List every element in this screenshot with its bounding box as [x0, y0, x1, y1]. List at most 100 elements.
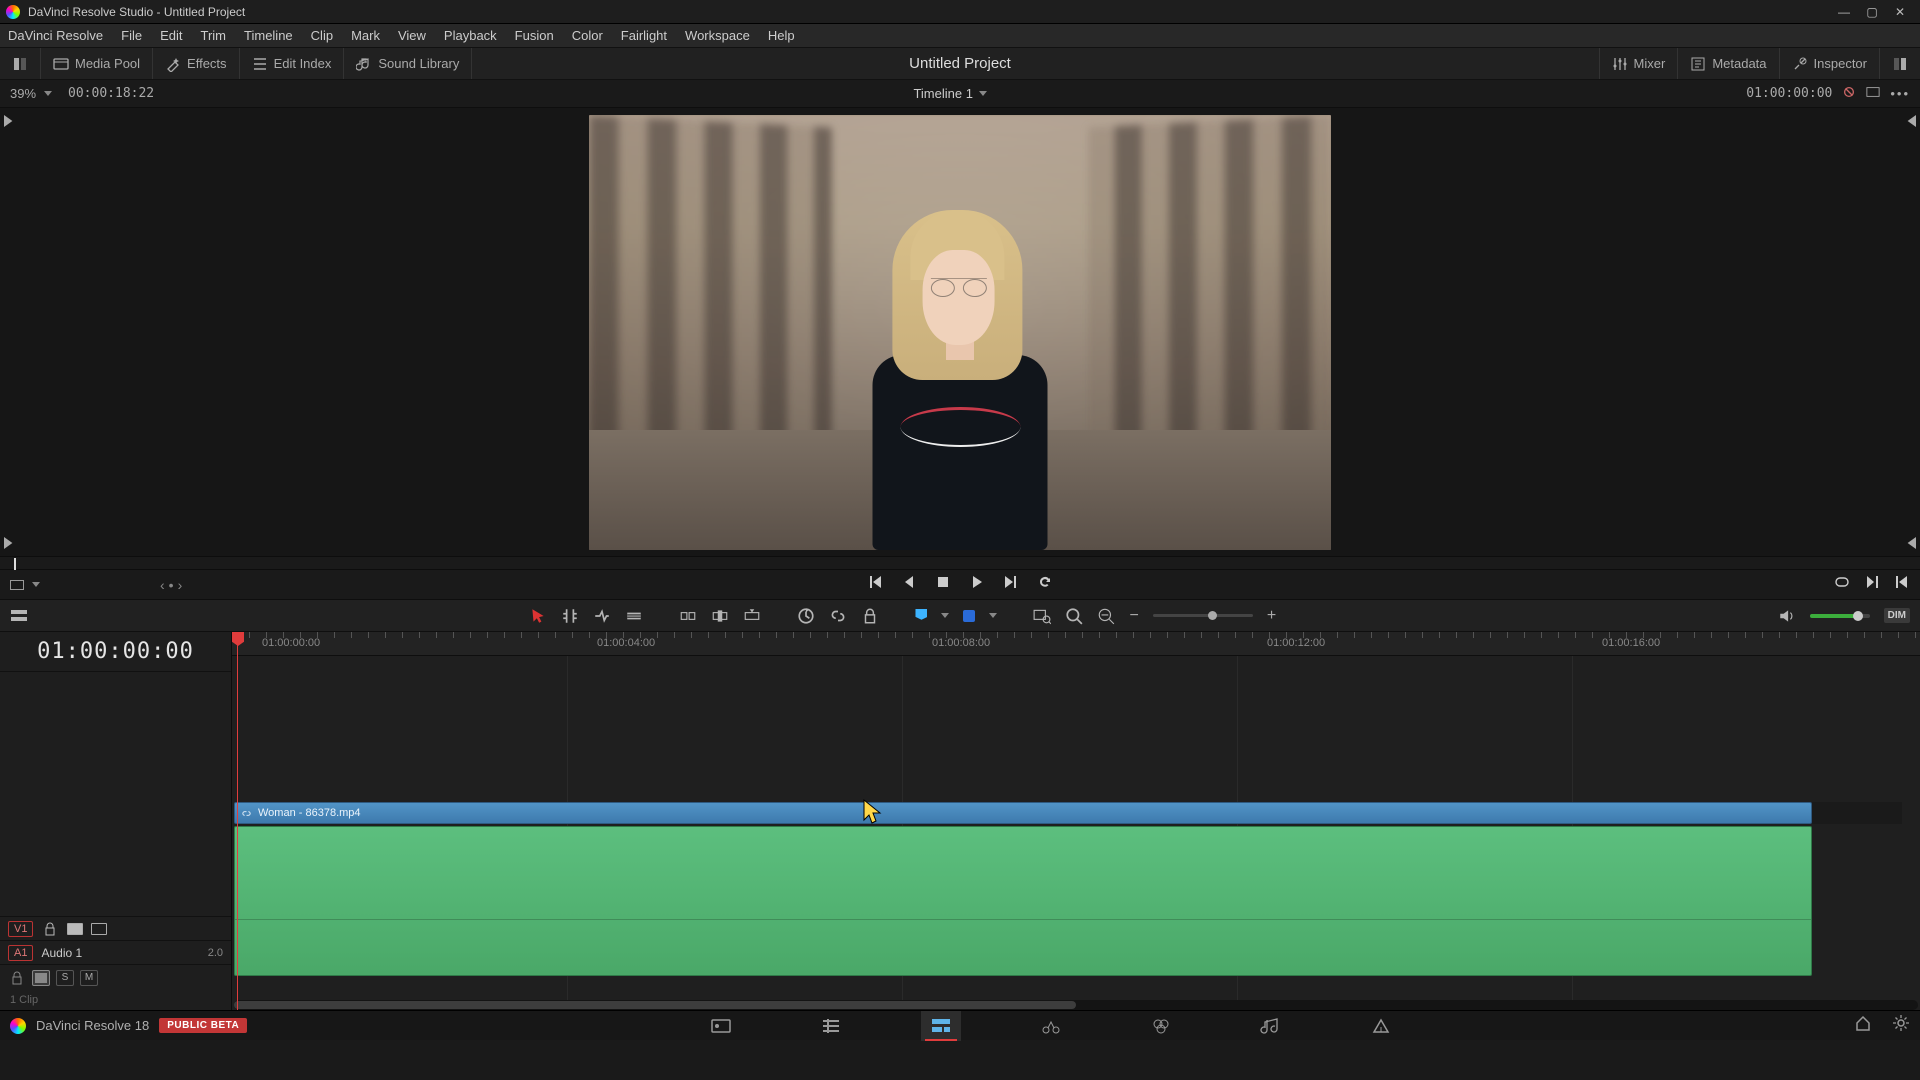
marker-chevron-icon[interactable]	[989, 613, 997, 618]
go-next-button[interactable]	[1864, 574, 1880, 595]
zoom-out-icon[interactable]	[1097, 607, 1115, 625]
menu-edit[interactable]: Edit	[160, 28, 182, 43]
timeline-tracks[interactable]: 01:00:00:0001:00:04:0001:00:08:0001:00:1…	[232, 632, 1920, 1010]
blade-tool-icon[interactable]	[625, 607, 643, 625]
timeline-view-options-icon[interactable]	[10, 607, 28, 625]
mute-button[interactable]: M	[80, 970, 98, 986]
effects-button[interactable]: Effects	[153, 48, 240, 79]
zoom-chevron-icon[interactable]	[44, 91, 52, 96]
viewer-options-icon[interactable]: •••	[1890, 86, 1910, 101]
video-clip[interactable]: Woman - 86378.mp4	[234, 802, 1812, 824]
go-last-button[interactable]	[1894, 574, 1910, 595]
a1-tag[interactable]: A1	[8, 945, 33, 961]
video-frame[interactable]	[589, 115, 1331, 550]
out-point-icon[interactable]	[3, 536, 17, 550]
playhead-line[interactable]	[237, 632, 238, 1010]
match-frame-out-icon[interactable]	[1903, 536, 1917, 550]
first-frame-button[interactable]	[867, 574, 883, 595]
next-frame-button[interactable]	[1003, 574, 1019, 595]
menu-view[interactable]: View	[398, 28, 426, 43]
replace-clip-icon[interactable]	[743, 607, 761, 625]
audio-track[interactable]	[234, 826, 1902, 976]
mixer-button[interactable]: Mixer	[1599, 48, 1678, 79]
audio-clip[interactable]	[234, 826, 1812, 976]
zoom-plus[interactable]: +	[1267, 607, 1276, 625]
selection-tool-icon[interactable]	[529, 607, 547, 625]
volume-slider[interactable]	[1810, 614, 1870, 618]
marker-icon[interactable]	[963, 610, 975, 622]
zoom-slider[interactable]	[1153, 614, 1253, 617]
auto-select-icon[interactable]	[67, 923, 83, 935]
search-icon[interactable]	[1065, 607, 1083, 625]
menu-davinci[interactable]: DaVinci Resolve	[8, 28, 103, 43]
menu-clip[interactable]: Clip	[311, 28, 333, 43]
color-page-button[interactable]	[1141, 1011, 1181, 1041]
dynamic-trim-icon[interactable]	[593, 607, 611, 625]
expand-left-button[interactable]	[0, 48, 41, 79]
timeline-ruler[interactable]: 01:00:00:0001:00:04:0001:00:08:0001:00:1…	[232, 632, 1920, 656]
timeline-name[interactable]: Timeline 1	[913, 86, 972, 101]
maximize-button[interactable]: ▢	[1858, 2, 1886, 22]
lock-track-icon[interactable]	[41, 922, 59, 936]
menu-playback[interactable]: Playback	[444, 28, 497, 43]
bypass-icon[interactable]	[1842, 85, 1856, 102]
menu-workspace[interactable]: Workspace	[685, 28, 750, 43]
home-button[interactable]	[1854, 1014, 1872, 1037]
play-button[interactable]	[969, 574, 985, 595]
inspector-button[interactable]: Inspector	[1779, 48, 1879, 79]
edit-index-button[interactable]: Edit Index	[240, 48, 345, 79]
transform-icon[interactable]	[10, 580, 24, 590]
in-point-icon[interactable]	[3, 114, 17, 128]
minimize-button[interactable]: —	[1830, 2, 1858, 22]
flag-icon[interactable]	[915, 609, 927, 623]
single-viewer-icon[interactable]	[1866, 85, 1880, 102]
loop-button[interactable]	[1037, 574, 1053, 595]
expand-right-button[interactable]	[1879, 48, 1920, 79]
media-page-button[interactable]	[701, 1011, 741, 1041]
search-clip-icon[interactable]	[1033, 607, 1051, 625]
track-enable-icon[interactable]	[91, 923, 107, 935]
video-track[interactable]: Woman - 86378.mp4	[234, 802, 1902, 824]
menu-trim[interactable]: Trim	[201, 28, 227, 43]
deliver-page-button[interactable]	[1361, 1011, 1401, 1041]
mark-in-out-icon[interactable]	[1834, 574, 1850, 595]
trim-tool-icon[interactable]	[561, 607, 579, 625]
flag-chevron-icon[interactable]	[941, 613, 949, 618]
prev-frame-button[interactable]	[901, 574, 917, 595]
menu-timeline[interactable]: Timeline	[244, 28, 293, 43]
menu-fusion[interactable]: Fusion	[515, 28, 554, 43]
solo-button[interactable]: S	[56, 970, 74, 986]
stop-button[interactable]	[935, 574, 951, 595]
cut-page-button[interactable]	[811, 1011, 851, 1041]
audio-autosel-icon[interactable]	[32, 970, 50, 986]
sound-library-button[interactable]: Sound Library	[344, 48, 472, 79]
timeline-timecode[interactable]: 01:00:00:00	[0, 632, 231, 672]
retime-icon[interactable]	[797, 607, 815, 625]
transform-chevron-icon[interactable]	[32, 582, 40, 587]
project-settings-button[interactable]	[1892, 1014, 1910, 1037]
menu-color[interactable]: Color	[572, 28, 603, 43]
timeline-chevron-icon[interactable]	[979, 91, 987, 96]
jog-bar[interactable]	[0, 556, 1920, 570]
close-button[interactable]: ✕	[1886, 2, 1914, 22]
edit-page-button[interactable]	[921, 1011, 961, 1041]
link-icon[interactable]	[829, 607, 847, 625]
insert-clip-icon[interactable]	[679, 607, 697, 625]
viewer-zoom[interactable]: 39%	[10, 86, 36, 101]
match-frame-icon[interactable]	[1903, 114, 1917, 128]
dim-button[interactable]: DIM	[1884, 608, 1910, 623]
menu-file[interactable]: File	[121, 28, 142, 43]
match-nav[interactable]: ‹•›	[160, 577, 182, 593]
video-track-header[interactable]: V1	[0, 916, 231, 940]
lock-icon[interactable]	[861, 607, 879, 625]
media-pool-button[interactable]: Media Pool	[41, 48, 153, 79]
v1-tag[interactable]: V1	[8, 921, 33, 937]
fusion-page-button[interactable]	[1031, 1011, 1071, 1041]
audio-track-header[interactable]: A1 Audio 1 2.0	[0, 940, 231, 964]
volume-icon[interactable]	[1778, 607, 1796, 625]
viewer-timecode[interactable]: 01:00:00:00	[1746, 86, 1832, 101]
fairlight-page-button[interactable]	[1251, 1011, 1291, 1041]
menu-fairlight[interactable]: Fairlight	[621, 28, 667, 43]
metadata-button[interactable]: Metadata	[1677, 48, 1778, 79]
zoom-minus[interactable]: −	[1129, 607, 1138, 625]
